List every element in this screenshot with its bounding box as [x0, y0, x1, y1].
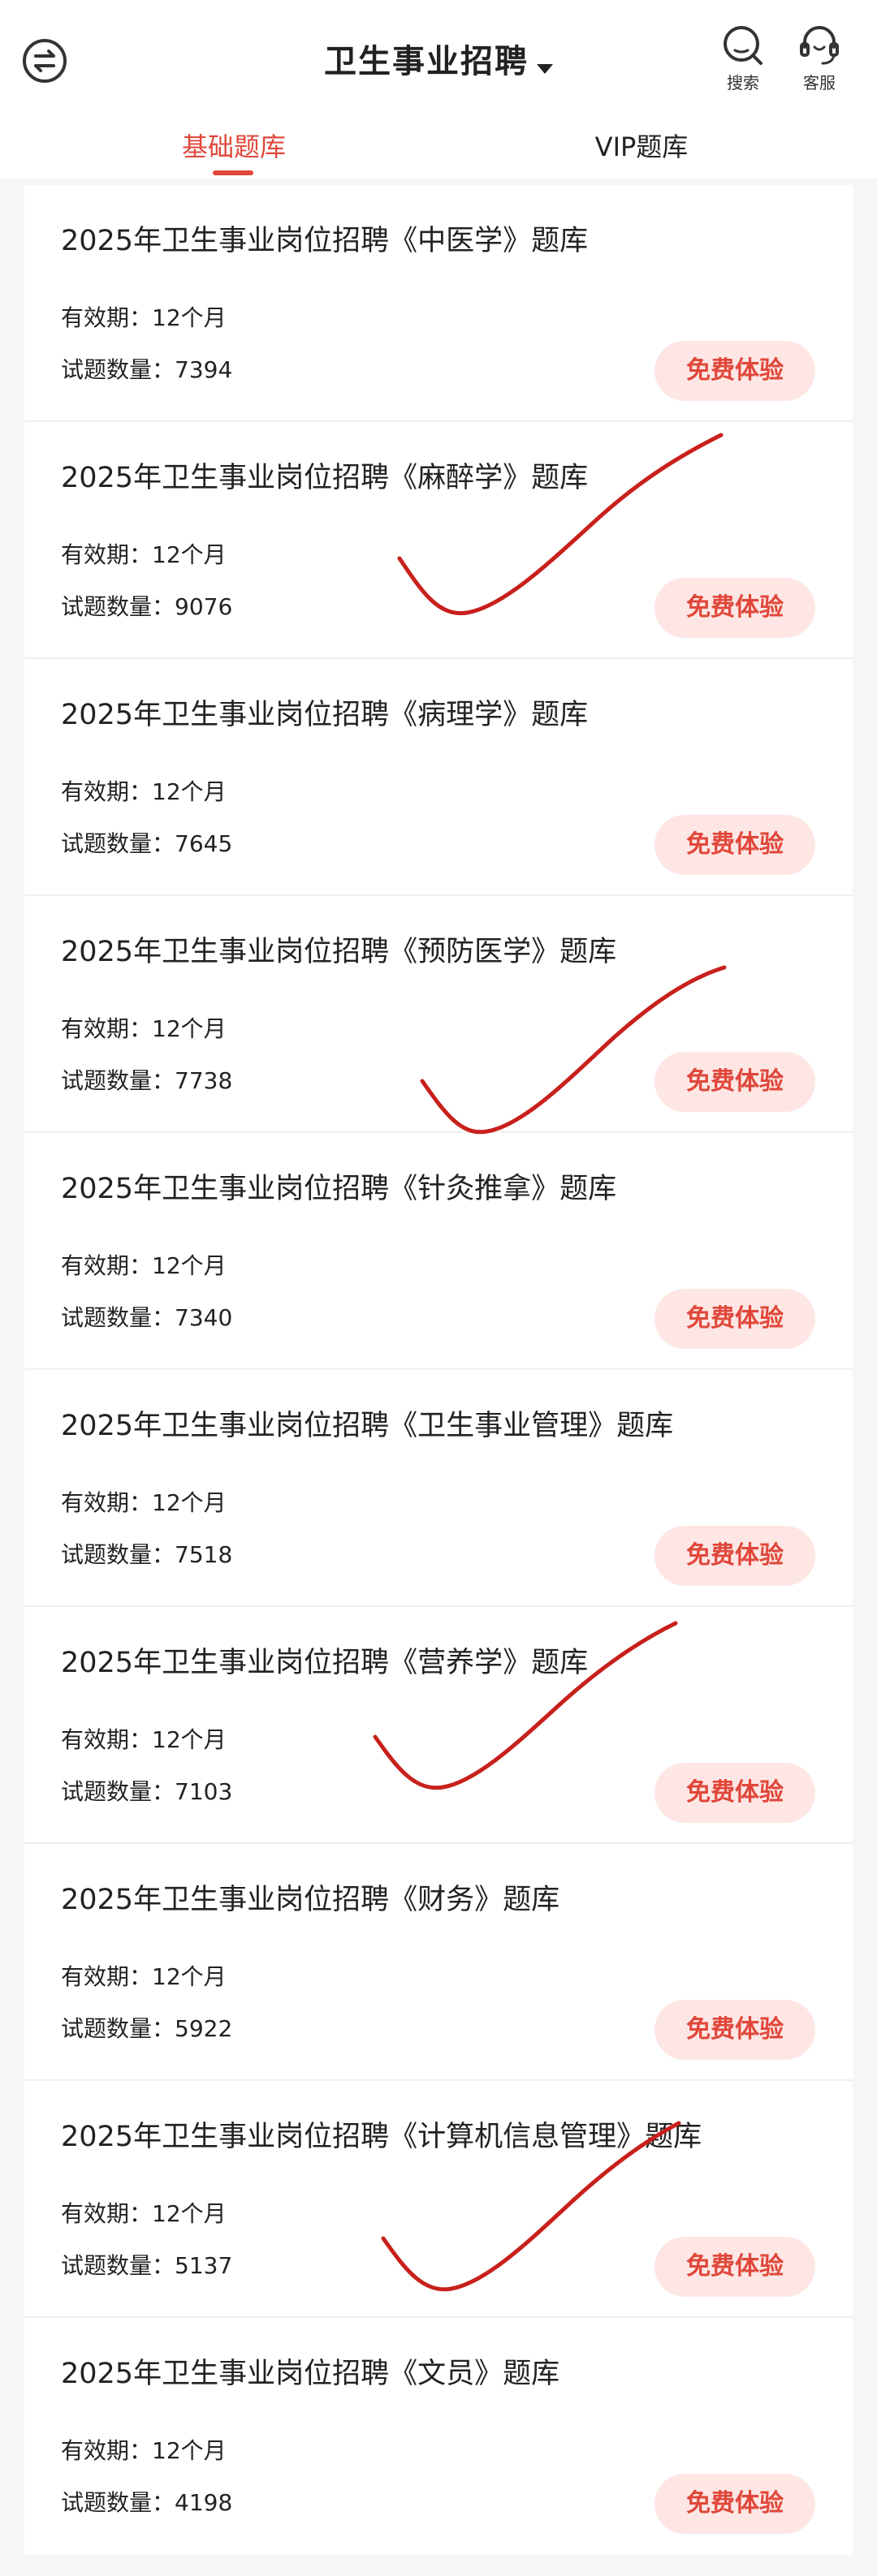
free-trial-button[interactable]: 免费体验 [655, 2474, 815, 2534]
free-trial-button[interactable]: 免费体验 [655, 1289, 815, 1349]
item-title: 2025年卫生事业岗位招聘《卫生事业管理》题库 [61, 1410, 674, 1442]
search-button[interactable]: 搜索 [711, 23, 775, 93]
tab-basic[interactable]: 基础题库 [112, 127, 356, 164]
tab-vip[interactable]: VIP题库 [520, 127, 763, 164]
caret-down-icon [537, 63, 553, 74]
item-validity: 有效期：12个月 [61, 2437, 227, 2464]
item-title: 2025年卫生事业岗位招聘《病理学》题库 [61, 699, 589, 731]
item-title: 2025年卫生事业岗位招聘《麻醉学》题库 [61, 462, 589, 494]
item-validity: 有效期：12个月 [61, 1015, 227, 1042]
customer-service-button[interactable]: 客服 [787, 23, 852, 93]
item-question-count: 试题数量：7340 [61, 1304, 233, 1331]
item-question-count: 试题数量：7738 [61, 1067, 233, 1094]
list-item[interactable]: 2025年卫生事业岗位招聘《病理学》题库 有效期：12个月 试题数量：7645 … [24, 659, 853, 896]
question-bank-list: 2025年卫生事业岗位招聘《中医学》题库 有效期：12个月 试题数量：7394 … [24, 185, 853, 2555]
item-validity: 有效期：12个月 [61, 541, 227, 568]
item-validity: 有效期：12个月 [61, 1489, 227, 1516]
item-title: 2025年卫生事业岗位招聘《财务》题库 [61, 1884, 560, 1916]
item-validity: 有效期：12个月 [61, 1963, 227, 1990]
item-title: 2025年卫生事业岗位招聘《计算机信息管理》题库 [61, 2121, 702, 2153]
item-validity: 有效期：12个月 [61, 304, 227, 331]
item-title: 2025年卫生事业岗位招聘《预防医学》题库 [61, 936, 617, 968]
item-question-count: 试题数量：7518 [61, 1541, 233, 1568]
service-label: 客服 [803, 73, 836, 93]
page: 卫生事业招聘 搜索 客服 基础题库 VIP题库 2025年卫生事业岗位招聘《中医… [0, 0, 877, 2576]
list-item[interactable]: 2025年卫生事业岗位招聘《中医学》题库 有效期：12个月 试题数量：7394 … [24, 185, 853, 422]
item-title: 2025年卫生事业岗位招聘《中医学》题库 [61, 225, 589, 257]
free-trial-button[interactable]: 免费体验 [655, 1052, 815, 1112]
search-label: 搜索 [727, 73, 759, 93]
tab-bar: 基础题库 VIP题库 [0, 122, 877, 179]
item-question-count: 试题数量：4198 [61, 2489, 233, 2516]
item-title: 2025年卫生事业岗位招聘《营养学》题库 [61, 1647, 589, 1679]
item-question-count: 试题数量：7394 [61, 356, 233, 383]
item-question-count: 试题数量：5137 [61, 2252, 233, 2279]
item-question-count: 试题数量：7645 [61, 830, 233, 857]
list-item[interactable]: 2025年卫生事业岗位招聘《文员》题库 有效期：12个月 试题数量：4198 免… [24, 2318, 853, 2555]
item-question-count: 试题数量：5922 [61, 2015, 233, 2042]
header: 卫生事业招聘 搜索 客服 基础题库 VIP题库 [0, 0, 877, 179]
free-trial-button[interactable]: 免费体验 [655, 1763, 815, 1823]
free-trial-button[interactable]: 免费体验 [655, 815, 815, 875]
item-question-count: 试题数量：9076 [61, 593, 233, 620]
item-validity: 有效期：12个月 [61, 1726, 227, 1753]
free-trial-button[interactable]: 免费体验 [655, 578, 815, 638]
free-trial-button[interactable]: 免费体验 [655, 1526, 815, 1586]
item-title: 2025年卫生事业岗位招聘《文员》题库 [61, 2358, 560, 2390]
active-tab-indicator [213, 170, 253, 175]
item-title: 2025年卫生事业岗位招聘《针灸推拿》题库 [61, 1173, 617, 1205]
free-trial-button[interactable]: 免费体验 [655, 341, 815, 401]
list-item[interactable]: 2025年卫生事业岗位招聘《财务》题库 有效期：12个月 试题数量：5922 免… [24, 1844, 853, 2081]
bottom-spacer [0, 2555, 877, 2576]
list-item[interactable]: 2025年卫生事业岗位招聘《麻醉学》题库 有效期：12个月 试题数量：9076 … [24, 422, 853, 659]
list-item[interactable]: 2025年卫生事业岗位招聘《营养学》题库 有效期：12个月 试题数量：7103 … [24, 1607, 853, 1844]
item-validity: 有效期：12个月 [61, 1252, 227, 1279]
item-validity: 有效期：12个月 [61, 778, 227, 805]
item-question-count: 试题数量：7103 [61, 1778, 233, 1805]
list-item[interactable]: 2025年卫生事业岗位招聘《预防医学》题库 有效期：12个月 试题数量：7738… [24, 896, 853, 1133]
list-item[interactable]: 2025年卫生事业岗位招聘《针灸推拿》题库 有效期：12个月 试题数量：7340… [24, 1133, 853, 1370]
item-validity: 有效期：12个月 [61, 2200, 227, 2227]
free-trial-button[interactable]: 免费体验 [655, 2237, 815, 2297]
list-item[interactable]: 2025年卫生事业岗位招聘《卫生事业管理》题库 有效期：12个月 试题数量：75… [24, 1370, 853, 1607]
headset-icon [800, 26, 839, 65]
app-title: 卫生事业招聘 [324, 43, 529, 80]
free-trial-button[interactable]: 免费体验 [655, 2000, 815, 2060]
search-icon [724, 26, 763, 65]
list-item[interactable]: 2025年卫生事业岗位招聘《计算机信息管理》题库 有效期：12个月 试题数量：5… [24, 2081, 853, 2318]
